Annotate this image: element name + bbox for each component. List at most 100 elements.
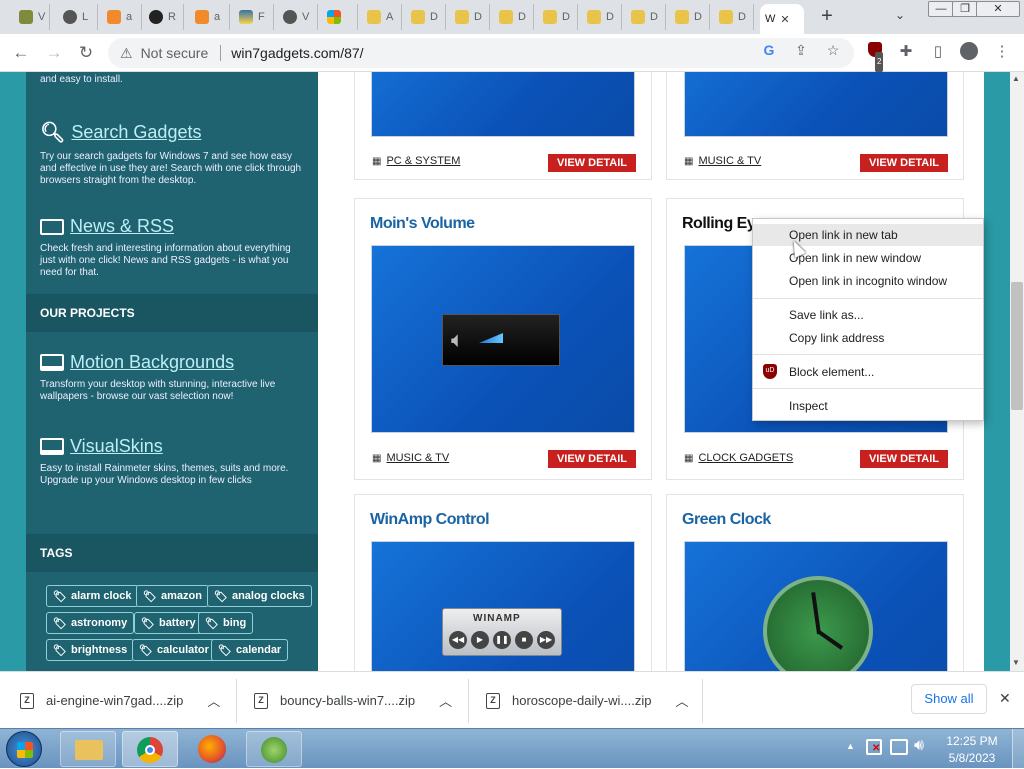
close-tab-icon[interactable]: ✕ <box>780 13 789 26</box>
tab[interactable]: V <box>278 4 318 30</box>
card-title[interactable]: WinAmp Control <box>370 511 490 529</box>
tab[interactable] <box>322 4 358 30</box>
clock-date[interactable]: 5/8/2023 <box>942 751 1002 765</box>
new-tab-button[interactable]: + <box>815 6 839 28</box>
category-link[interactable]: ▦ CLOCK GADGETS <box>684 452 793 464</box>
taskbar-chrome[interactable] <box>122 731 178 767</box>
section-heading-tags: TAGS <box>26 534 318 572</box>
show-desktop-button[interactable] <box>1012 729 1024 769</box>
gadget-thumbnail[interactable] <box>684 541 948 671</box>
taskbar-explorer[interactable] <box>60 731 116 767</box>
tab[interactable]: F <box>234 4 274 30</box>
menu-item-open-incognito[interactable]: Open link in incognito window <box>753 270 983 292</box>
menu-item-open-new-window[interactable]: Open link in new window <box>753 247 983 269</box>
tab[interactable]: D <box>450 4 490 30</box>
search-gadgets-link[interactable]: Search Gadgets <box>71 122 201 143</box>
close-downloads-icon[interactable]: ✕ <box>999 690 1011 707</box>
category-link[interactable]: ▦ MUSIC & TV <box>684 155 761 167</box>
tag-bing[interactable]: 🏷︎ bing <box>198 612 254 634</box>
tab-search-button[interactable]: ⌄ <box>895 8 905 22</box>
network-icon[interactable] <box>890 739 908 755</box>
tab-active[interactable]: W ✕ <box>760 4 804 34</box>
download-item[interactable]: Zai-engine-win7gad....zip ︿ <box>0 672 236 729</box>
tab[interactable]: D <box>714 4 754 30</box>
scroll-down-icon[interactable]: ▼ <box>1012 658 1020 667</box>
tab[interactable]: V <box>14 4 50 30</box>
sidebar-desc: Check fresh and interesting information … <box>40 243 291 278</box>
profile-icon[interactable] <box>959 42 979 62</box>
extensions-icon[interactable]: ✚ <box>896 42 916 62</box>
security-label[interactable]: Not secure <box>141 45 209 61</box>
visualskins-link[interactable]: VisualSkins <box>70 436 163 457</box>
tab[interactable]: D <box>670 4 710 30</box>
category-link[interactable]: ▦ PC & SYSTEM <box>372 155 460 167</box>
chevron-up-icon[interactable]: ︿ <box>207 691 220 710</box>
address-bar[interactable]: ⚠ Not secure win7gadgets.com/87/ <box>108 38 854 68</box>
minimize-button[interactable]: — <box>928 1 954 17</box>
view-detail-button[interactable]: VIEW DETAIL <box>548 154 636 172</box>
show-all-downloads-button[interactable]: Show all <box>911 684 987 714</box>
favicon-icon <box>195 10 209 24</box>
tab[interactable]: A <box>362 4 402 30</box>
tag-battery[interactable]: 🏷︎ battery <box>134 612 203 634</box>
card-title[interactable]: Green Clock <box>682 511 771 529</box>
download-item[interactable]: Zbouncy-balls-win7....zip ︿ <box>234 672 470 729</box>
restore-button[interactable]: ❐ <box>952 1 978 17</box>
back-icon[interactable]: ← <box>10 42 32 64</box>
tag-calculator[interactable]: 🏷︎ calculator <box>132 639 216 661</box>
tag-astronomy[interactable]: 🏷︎ astronomy <box>46 612 135 634</box>
scroll-up-icon[interactable]: ▲ <box>1012 74 1020 83</box>
google-icon[interactable]: G <box>760 42 778 58</box>
motion-backgrounds-link[interactable]: Motion Backgrounds <box>70 352 234 373</box>
category-link[interactable]: ▦ MUSIC & TV <box>372 452 449 464</box>
menu-item-block-element[interactable]: Block element... <box>753 361 983 383</box>
gadget-thumbnail[interactable] <box>684 72 948 137</box>
clock-time[interactable]: 12:25 PM <box>942 734 1002 748</box>
tab[interactable]: D <box>626 4 666 30</box>
gadget-thumbnail[interactable]: 🔈︎ <box>371 245 635 433</box>
tab[interactable]: D <box>494 4 534 30</box>
gadget-thumbnail[interactable]: 0% <box>371 72 635 137</box>
tab[interactable]: L <box>58 4 98 30</box>
menu-icon[interactable]: ⋮ <box>992 42 1012 62</box>
side-panel-icon[interactable]: ▯ <box>928 42 948 62</box>
tag-analog-clocks[interactable]: 🏷︎ analog clocks <box>207 585 312 607</box>
scrollbar-thumb[interactable] <box>1011 282 1023 410</box>
tab[interactable]: a <box>190 4 230 30</box>
news-rss-link[interactable]: News & RSS <box>70 216 174 237</box>
menu-item-copy-link[interactable]: Copy link address <box>753 327 983 349</box>
tab[interactable]: R <box>144 4 184 30</box>
bookmark-star-icon[interactable]: ☆ <box>824 42 842 59</box>
tab[interactable]: D <box>406 4 446 30</box>
warning-icon[interactable]: ⚠ <box>120 45 133 62</box>
url-text[interactable]: win7gadgets.com/87/ <box>231 45 363 61</box>
share-icon[interactable]: ⇪ <box>792 42 810 59</box>
forward-icon[interactable]: → <box>43 42 65 64</box>
tag-alarm-clock[interactable]: 🏷︎ alarm clock <box>46 585 139 607</box>
view-detail-button[interactable]: VIEW DETAIL <box>860 154 948 172</box>
tab[interactable]: D <box>538 4 578 30</box>
tag-calendar[interactable]: 🏷︎ calendar <box>211 639 289 661</box>
card-title[interactable]: Moin's Volume <box>370 215 475 233</box>
taskbar-app[interactable] <box>246 731 302 767</box>
chevron-up-icon[interactable]: ︿ <box>439 691 452 710</box>
tag-brightness[interactable]: 🏷︎ brightness <box>46 639 135 661</box>
tab[interactable]: a <box>102 4 142 30</box>
menu-item-save-link[interactable]: Save link as... <box>753 304 983 326</box>
download-item[interactable]: Zhoroscope-daily-wi....zip ︿ <box>466 672 702 729</box>
show-hidden-icons[interactable]: ▲ <box>846 741 855 751</box>
volume-icon[interactable]: 🔊︎ <box>914 737 924 755</box>
close-window-button[interactable]: ✕ <box>976 1 1020 17</box>
menu-item-inspect[interactable]: Inspect <box>753 395 983 417</box>
chevron-up-icon[interactable]: ︿ <box>675 691 688 710</box>
start-button[interactable] <box>6 731 42 767</box>
view-detail-button[interactable]: VIEW DETAIL <box>860 450 948 468</box>
ublock-icon[interactable]: 2 <box>865 42 885 72</box>
action-center-icon[interactable]: ✕ <box>866 739 882 755</box>
view-detail-button[interactable]: VIEW DETAIL <box>548 450 636 468</box>
tag-amazon[interactable]: 🏷︎ amazon <box>136 585 209 607</box>
gadget-thumbnail[interactable]: WINAMP ◀◀ ▶ ❚❚ ■ ▶▶ <box>371 541 635 671</box>
reload-icon[interactable]: ↻ <box>75 42 97 64</box>
tab[interactable]: D <box>582 4 622 30</box>
firefox-icon[interactable] <box>198 735 226 763</box>
